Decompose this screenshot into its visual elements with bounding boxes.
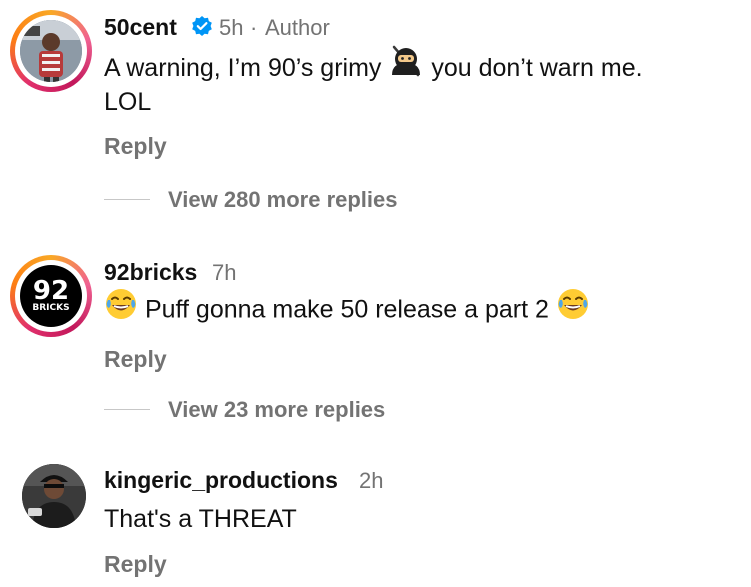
face-with-tears-of-joy-icon <box>556 287 590 330</box>
comment-time: 7h <box>212 260 237 285</box>
avatar-story-ring[interactable] <box>10 10 92 92</box>
ninja-emoji-icon <box>388 45 424 88</box>
avatar <box>20 20 82 82</box>
avatar-logo-text: BRICKS <box>32 303 70 313</box>
verified-badge-icon <box>191 15 213 42</box>
username[interactable]: kingeric_productions <box>104 467 338 494</box>
reply-button[interactable]: Reply <box>104 346 167 373</box>
avatar-story-ring[interactable]: 92 BRICKS <box>10 255 92 337</box>
comment-text: A warning, I’m 90’s grimy you don’t warn… <box>104 45 643 88</box>
meta-separator: · <box>250 15 258 40</box>
replies-divider-line <box>104 409 150 410</box>
author-label: Author <box>265 15 330 40</box>
comment-text-body: Puff gonna make 50 release a part 2 <box>138 295 556 324</box>
comment-kingeric-productions: kingeric_productions 2h That's a THREAT … <box>0 455 751 587</box>
comment-50cent: 50cent 5h · Author A warning, I’m 90’s g… <box>0 0 751 230</box>
comment-text: That's a THREAT <box>104 505 297 533</box>
view-more-replies-button[interactable]: View 280 more replies <box>168 187 398 213</box>
avatar: 92 BRICKS <box>20 265 82 327</box>
comment-time: 5h <box>219 15 244 40</box>
reply-button[interactable]: Reply <box>104 133 167 160</box>
avatar-logo-number: 92 <box>32 276 70 306</box>
comment-time: 2h <box>359 468 384 493</box>
replies-divider-line <box>104 199 150 200</box>
avatar[interactable] <box>22 464 86 528</box>
view-more-replies-button[interactable]: View 23 more replies <box>168 397 385 423</box>
username[interactable]: 92bricks <box>104 259 197 286</box>
comment-text-line2: LOL <box>104 88 152 116</box>
comment-text: Puff gonna make 50 release a part 2 <box>104 289 590 330</box>
avatar-photo <box>22 464 86 528</box>
comment-text-part2: you don’t warn me. <box>424 54 643 83</box>
face-with-tears-of-joy-icon <box>104 287 138 330</box>
avatar-photo <box>20 20 82 82</box>
comment-text-part1: A warning, I’m 90’s grimy <box>104 54 389 83</box>
reply-button[interactable]: Reply <box>104 551 167 578</box>
username[interactable]: 50cent <box>104 14 177 41</box>
comment-92bricks: 92 BRICKS 92bricks 7h Puff gonna make 50… <box>0 245 751 435</box>
